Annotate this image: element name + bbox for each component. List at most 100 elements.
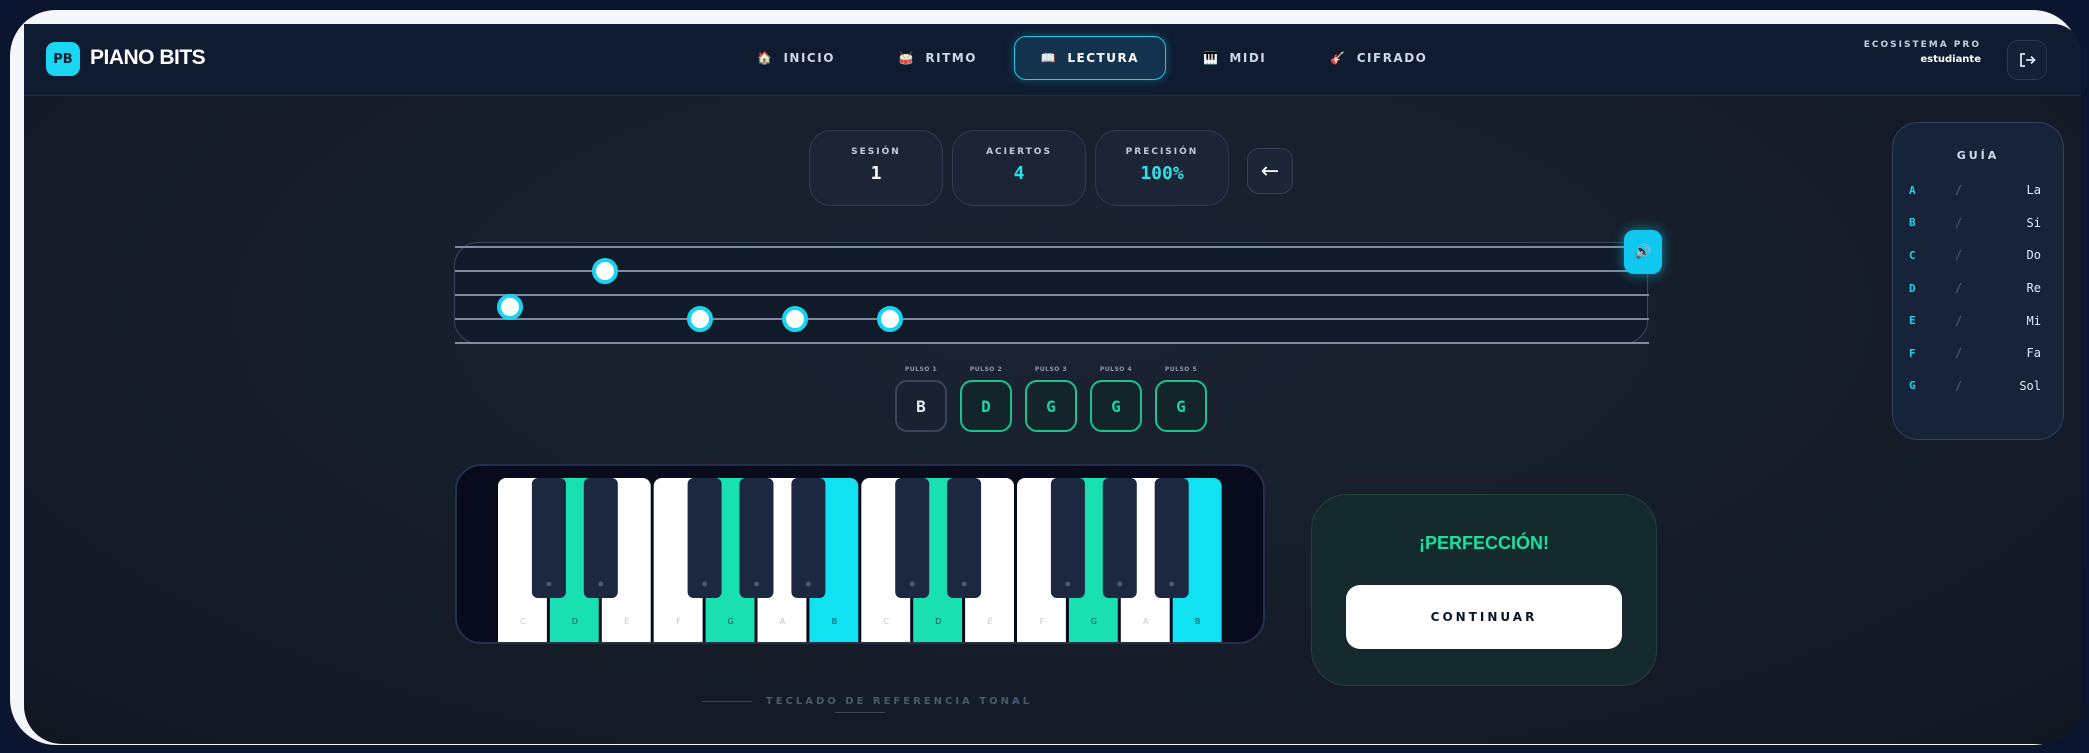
app-window: PB PIANO BITS 🏠 INICIO 🥁 RITMO 📖 LECTURA… — [24, 24, 2081, 744]
piano-key-label: D — [572, 617, 578, 626]
nav-label: MIDI — [1229, 51, 1267, 65]
piano-key-label: B — [832, 617, 838, 626]
pulse-2: PULSO 2 D — [960, 366, 1012, 432]
guide-note-name: Mi — [2026, 313, 2041, 328]
guitar-icon: 🎸 — [1330, 51, 1347, 65]
piano-black-key-dot — [702, 581, 708, 587]
guide-letter: C — [1909, 248, 1916, 262]
back-button[interactable]: ← — [1247, 148, 1293, 194]
nav-cifrado[interactable]: 🎸 CIFRADO — [1303, 36, 1454, 80]
piano-graphic: CDEFGABCDEFGAB — [498, 478, 1222, 642]
result-card: ¡PERFECCIÓN! CONTINUAR — [1311, 494, 1657, 686]
book-icon: 📖 — [1040, 51, 1058, 65]
result-title: ¡PERFECCIÓN! — [1419, 533, 1549, 553]
piano-black-key-dot — [598, 581, 604, 587]
guide-note-name: Fa — [2026, 346, 2041, 361]
account-plan: ECOSISTEMA PRO — [1863, 40, 1981, 50]
guide-separator: / — [1955, 346, 1963, 361]
pulse-note: G — [1155, 380, 1207, 432]
staff-note — [687, 306, 713, 332]
guide-letter: B — [1909, 216, 1916, 230]
piano-black-key[interactable] — [947, 478, 982, 598]
piano-black-key[interactable] — [531, 478, 566, 598]
guide-letter: D — [1909, 281, 1916, 295]
guide-letter: E — [1909, 314, 1916, 328]
guide-row: C / Do — [1893, 239, 2063, 272]
guide-note-name: Re — [2026, 281, 2041, 296]
piano-black-key[interactable] — [791, 478, 826, 598]
guide-separator: / — [1955, 248, 1963, 263]
piano-black-key-dot — [546, 581, 552, 587]
guide-note-name: Do — [2026, 248, 2041, 263]
staff-note — [782, 306, 808, 332]
staff-graphic — [455, 246, 1649, 344]
nav-label: LECTURA — [1067, 51, 1139, 65]
guide-note-name: Si — [2026, 215, 2041, 230]
stat-value: 1 — [870, 163, 882, 184]
guide-list: A / La B / Si C / Do D / Re E / Mi F / Fa G / Sol — [1893, 174, 2063, 402]
piano-black-key[interactable] — [687, 478, 722, 598]
play-sound-button[interactable]: 🔊 — [1624, 230, 1662, 274]
logo-badge: PB — [46, 42, 80, 76]
drum-icon: 🥁 — [898, 51, 916, 65]
pulse-5: PULSO 5 G — [1155, 366, 1207, 432]
piano-key-label: C — [883, 617, 889, 626]
stat-session: SESIÓN 1 — [809, 130, 943, 206]
nav-inicio[interactable]: 🏠 INICIO — [730, 36, 862, 80]
guide-row: B / Si — [1893, 207, 2063, 240]
house-icon: 🏠 — [757, 51, 774, 65]
guide-separator: / — [1955, 183, 1963, 198]
top-bar: PB PIANO BITS 🏠 INICIO 🥁 RITMO 📖 LECTURA… — [24, 24, 2081, 96]
piano-key-label: D — [935, 617, 941, 626]
logo-text[interactable]: PIANO BITS — [90, 46, 206, 70]
nav-label: RITMO — [925, 51, 977, 65]
piano-black-key-dot — [805, 581, 811, 587]
guide-note-name: Sol — [2019, 378, 2041, 393]
staff-note — [877, 306, 903, 332]
pulse-label: PULSO 5 — [1164, 366, 1198, 373]
pulse-note: B — [895, 380, 947, 432]
guide-separator: / — [1955, 215, 1963, 230]
piano-black-key[interactable] — [1050, 478, 1085, 598]
pulse-note: D — [960, 380, 1012, 432]
stat-label: ACIERTOS — [986, 147, 1052, 157]
piano-black-key[interactable] — [739, 478, 774, 598]
stat-value: 100% — [1140, 163, 1184, 184]
piano-black-key[interactable] — [895, 478, 930, 598]
main-nav: 🏠 INICIO 🥁 RITMO 📖 LECTURA 🎹 MIDI 🎸 CIFR… — [730, 36, 1454, 80]
nav-lectura[interactable]: 📖 LECTURA — [1013, 36, 1166, 80]
guide-separator: / — [1955, 281, 1963, 296]
stat-label: SESIÓN — [851, 147, 901, 157]
logout-button[interactable] — [2007, 40, 2047, 80]
guide-row: E / Mi — [1893, 304, 2063, 337]
piano-key-label: A — [780, 617, 786, 626]
speaker-icon: 🔊 — [1634, 244, 1652, 260]
arrow-left-icon: ← — [1260, 158, 1280, 184]
guide-letter: F — [1909, 346, 1916, 360]
continue-button[interactable]: CONTINUAR — [1346, 585, 1622, 649]
piano-caption: TECLADO DE REFERENCIA TONAL — [660, 696, 1060, 718]
guide-row: G / Sol — [1893, 370, 2063, 403]
pulse-note: G — [1025, 380, 1077, 432]
stat-value: 4 — [1013, 163, 1025, 184]
piano-black-key-dot — [909, 581, 915, 587]
piano-key-label: G — [727, 617, 733, 626]
piano-key-label: B — [1195, 617, 1201, 626]
guide-separator: / — [1955, 378, 1963, 393]
pulse-label: PULSO 3 — [1034, 366, 1068, 373]
piano-key-label: A — [1143, 617, 1149, 626]
pulse-label: PULSO 2 — [969, 366, 1003, 373]
note-guide: GUÍA A / La B / Si C / Do D / Re E / Mi F / Fa G / Sol — [1892, 122, 2064, 440]
guide-row: D / Re — [1893, 272, 2063, 305]
piano-black-key-dot — [961, 581, 967, 587]
piano-black-key[interactable] — [583, 478, 618, 598]
piano-black-key[interactable] — [1154, 478, 1189, 598]
guide-row: A / La — [1893, 174, 2063, 207]
piano-black-key[interactable] — [1102, 478, 1137, 598]
nav-label: CIFRADO — [1356, 51, 1428, 65]
pulse-1: PULSO 1 B — [895, 366, 947, 432]
guide-title: GUÍA — [1956, 149, 2000, 162]
nav-midi[interactable]: 🎹 MIDI — [1176, 36, 1293, 80]
nav-ritmo[interactable]: 🥁 RITMO — [872, 36, 1004, 80]
piano-key-label: C — [520, 617, 526, 626]
